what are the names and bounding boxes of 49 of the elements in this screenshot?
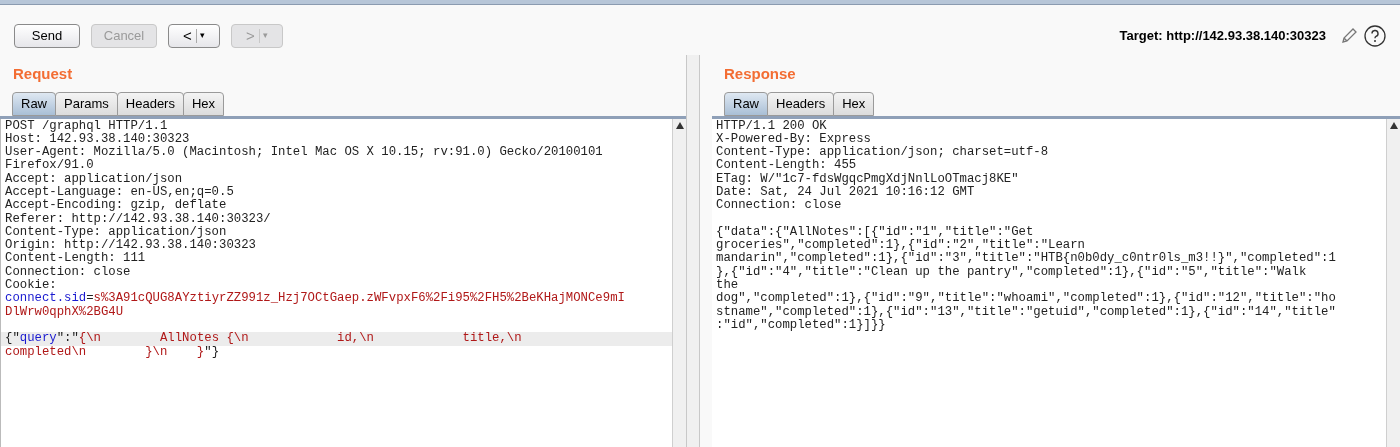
- request-line: Firefox/91.0: [4, 159, 95, 173]
- request-line: Content-Length: 111: [4, 252, 147, 266]
- history-button[interactable]: < ▾: [168, 24, 220, 48]
- request-line: Referer: http://142.93.38.140:30323/: [4, 212, 272, 226]
- response-line: :"id","completed":1}]}}: [716, 318, 886, 333]
- request-line: Connection: close: [4, 265, 132, 279]
- response-line: },{"id":"4","title":"Clean up the pantry","completed":1},{"id":"5","title":"Walk: [716, 265, 1308, 279]
- request-line: Cookie:: [4, 279, 57, 293]
- scroll-up-arrow-icon[interactable]: [1389, 121, 1398, 129]
- editor-tab[interactable]: Hex: [182, 91, 225, 116]
- request-line: Content-Type: application/json: [4, 225, 227, 239]
- editor-tab[interactable]: Params: [55, 91, 118, 116]
- request-line: POST /graphql HTTP/1.1: [4, 119, 169, 133]
- request-line: connect.sid=s%3A91cQUG8AYztiyrZZ991z_Hzj7OCtGaep.zWFvpxF6%2Fi95%2FH5%2BeKHajMONCe9mI: [4, 292, 626, 306]
- response-line: {"data":{"AllNotes":[{"id":"1","title":"Get: [716, 225, 1035, 239]
- response-line: HTTP/1.1 200 OK: [716, 119, 828, 133]
- request-line: Host: 142.93.38.140:30323: [4, 132, 191, 146]
- request-line: Accept-Encoding: gzip, deflate: [4, 199, 228, 213]
- response-line: Content-Type: application/json; charset=utf-8: [716, 146, 1050, 160]
- toolbar-button[interactable]: Send: [14, 24, 80, 48]
- help-icon[interactable]: [1364, 25, 1386, 47]
- response-line: X-Powered-By: Express: [716, 132, 872, 146]
- response-line: mandarin","completed":1},{"id":"3","title":"HTB{n0b0dy_c0ntr0ls_m3!!}","completed":1: [716, 252, 1337, 266]
- response-line: Connection: close: [716, 199, 843, 213]
- vertical-scrollbar[interactable]: [1386, 118, 1400, 447]
- response-line: Date: Sat, 24 Jul 2021 10:16:12 GMT: [716, 186, 976, 199]
- scroll-up-arrow-icon[interactable]: [675, 121, 684, 129]
- editor-tab[interactable]: Raw: [724, 91, 768, 116]
- request-line: completed\n }\n }"}: [4, 345, 220, 359]
- panel-title: Request: [12, 64, 74, 84]
- response-line: groceries","completed":1},{"id":"2","title":"Learn: [716, 239, 1085, 253]
- editor-tab[interactable]: Headers: [767, 91, 835, 116]
- response-line: stname","completed":1},{"id":"13","title":"getuid","completed":1},{"id":"14","title": [716, 305, 1337, 319]
- request-line: User-Agent: Mozilla/5.0 (Macintosh; Intel Mac OS X 10.15; rv:91.0) Gecko/20100101: [4, 146, 604, 160]
- request-line: DlWrw0qphX%2BG4U: [4, 305, 125, 319]
- response-line: the: [716, 279, 739, 293]
- response-line: dog","completed":1},{"id":"9","title":"whoami","completed":1},{"id":"12","title":"ho: [716, 292, 1337, 306]
- target-label: Target: http://142.93.38.140:30323: [1119, 27, 1326, 46]
- request-line: Accept: application/json: [4, 172, 184, 186]
- vertical-scrollbar[interactable]: [672, 118, 686, 447]
- response-line: Content-Length: 455: [716, 159, 858, 173]
- request-line: Accept-Language: en-US,en;q=0.5: [4, 186, 235, 199]
- editor-tab[interactable]: Hex: [833, 91, 875, 116]
- response-line: ETag: W/"1c7-fdsWgqcPmgXdjNnlLoOTmacj8KE": [716, 172, 1020, 186]
- pencil-icon[interactable]: [1340, 27, 1358, 45]
- request-line: Origin: http://142.93.38.140:30323: [4, 239, 257, 253]
- editor-tab[interactable]: Raw: [12, 91, 56, 116]
- panel-title: Response: [723, 64, 797, 84]
- editor-tab[interactable]: Headers: [116, 91, 184, 116]
